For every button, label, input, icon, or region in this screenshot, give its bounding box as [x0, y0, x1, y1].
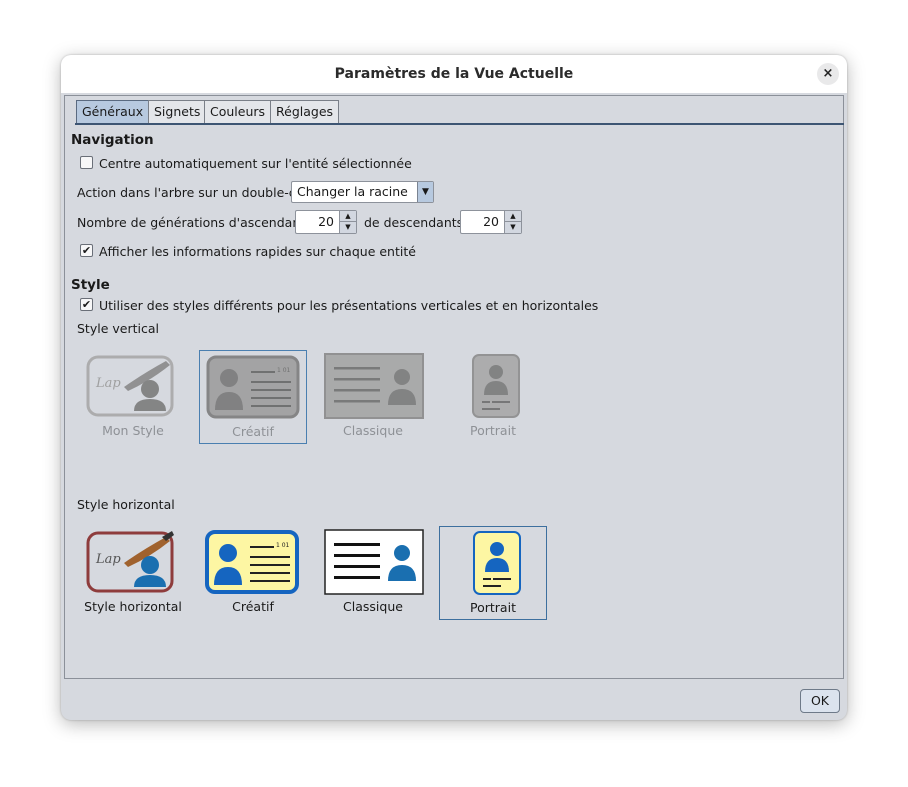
different-styles-label: Utiliser des styles différents pour les …	[99, 298, 599, 313]
descendants-value[interactable]: 20	[483, 211, 499, 233]
horizontal-portrait-label: Portrait	[470, 600, 516, 615]
title-bar: Paramètres de la Vue Actuelle ×	[61, 55, 847, 93]
settings-dialog: Paramètres de la Vue Actuelle × Généraux…	[61, 55, 847, 720]
vertical-style-classique[interactable]: Classique	[319, 350, 427, 444]
chevron-down-icon[interactable]: ▼	[417, 182, 433, 202]
double-click-label: Action dans l'arbre sur un double-clic	[77, 185, 310, 200]
svg-text:1 01: 1 01	[277, 367, 291, 374]
tab-underline	[75, 123, 844, 125]
tab-couleurs[interactable]: Couleurs	[204, 100, 272, 124]
portrait-card-icon	[472, 354, 520, 418]
horizontal-custom-label: Style horizontal	[84, 599, 182, 614]
auto-center-label: Centre automatiquement sur l'entité séle…	[99, 156, 412, 171]
quick-info-checkbox[interactable]: ✔	[80, 244, 93, 257]
spin-up-icon[interactable]: ▲	[340, 211, 356, 222]
spin-down-icon[interactable]: ▼	[340, 222, 356, 233]
descendants-spin-buttons: ▲ ▼	[504, 211, 521, 233]
horizontal-creatif-label: Créatif	[232, 599, 274, 614]
creative-card-icon: 1 01	[205, 530, 299, 594]
vertical-style-mon-style[interactable]: Lap Mon Style	[79, 350, 187, 444]
double-click-select[interactable]: Changer la racine ▼	[291, 181, 434, 203]
style-heading: Style	[71, 277, 110, 293]
custom-style-icon: Lap	[86, 355, 174, 417]
navigation-heading: Navigation	[71, 132, 154, 148]
vertical-classique-label: Classique	[343, 423, 403, 438]
ascendants-spin-buttons: ▲ ▼	[339, 211, 356, 233]
classic-card-icon	[324, 353, 424, 419]
descendants-label: de descendants	[364, 215, 464, 230]
different-styles-checkbox[interactable]: ✔	[80, 298, 93, 311]
horizontal-style-label: Style horizontal	[77, 497, 175, 512]
ascendants-spinner[interactable]: 20 ▲ ▼	[295, 210, 357, 234]
quick-info-label: Afficher les informations rapides sur ch…	[99, 244, 416, 259]
vertical-creatif-label: Créatif	[232, 424, 274, 439]
auto-center-checkbox[interactable]	[80, 156, 93, 169]
classic-card-icon	[324, 529, 424, 595]
vertical-style-creatif[interactable]: 1 01 Créatif	[199, 350, 307, 444]
svg-text:Lap: Lap	[95, 552, 121, 567]
generations-label: Nombre de générations d'ascendants	[77, 215, 312, 230]
horizontal-classique-label: Classique	[343, 599, 403, 614]
double-click-value: Changer la racine	[297, 184, 408, 199]
close-button[interactable]: ×	[817, 63, 839, 85]
horizontal-style-custom[interactable]: Lap Style horizontal	[79, 526, 187, 620]
svg-text:1 01: 1 01	[276, 542, 290, 549]
settings-panel: Généraux Signets Couleurs Réglages Navig…	[64, 95, 844, 679]
horizontal-style-creatif[interactable]: 1 01 Créatif	[199, 526, 307, 620]
vertical-style-portrait[interactable]: Portrait	[439, 350, 547, 444]
descendants-spinner[interactable]: 20 ▲ ▼	[460, 210, 522, 234]
creative-card-icon: 1 01	[206, 355, 300, 419]
spin-up-icon[interactable]: ▲	[505, 211, 521, 222]
horizontal-style-classique[interactable]: Classique	[319, 526, 427, 620]
portrait-card-icon	[473, 531, 521, 595]
custom-style-icon: Lap	[86, 531, 174, 593]
tab-reglages[interactable]: Réglages	[270, 100, 340, 124]
horizontal-style-portrait[interactable]: Portrait	[439, 526, 547, 620]
svg-text:Lap: Lap	[95, 376, 121, 391]
vertical-portrait-label: Portrait	[470, 423, 516, 438]
tab-signets[interactable]: Signets	[148, 100, 207, 124]
tab-generaux[interactable]: Généraux	[76, 100, 150, 124]
ok-button[interactable]: OK	[800, 689, 840, 713]
dialog-title: Paramètres de la Vue Actuelle	[334, 66, 574, 82]
spin-down-icon[interactable]: ▼	[505, 222, 521, 233]
vertical-mon-style-label: Mon Style	[102, 423, 164, 438]
ascendants-value[interactable]: 20	[318, 211, 334, 233]
vertical-style-label: Style vertical	[77, 321, 159, 336]
